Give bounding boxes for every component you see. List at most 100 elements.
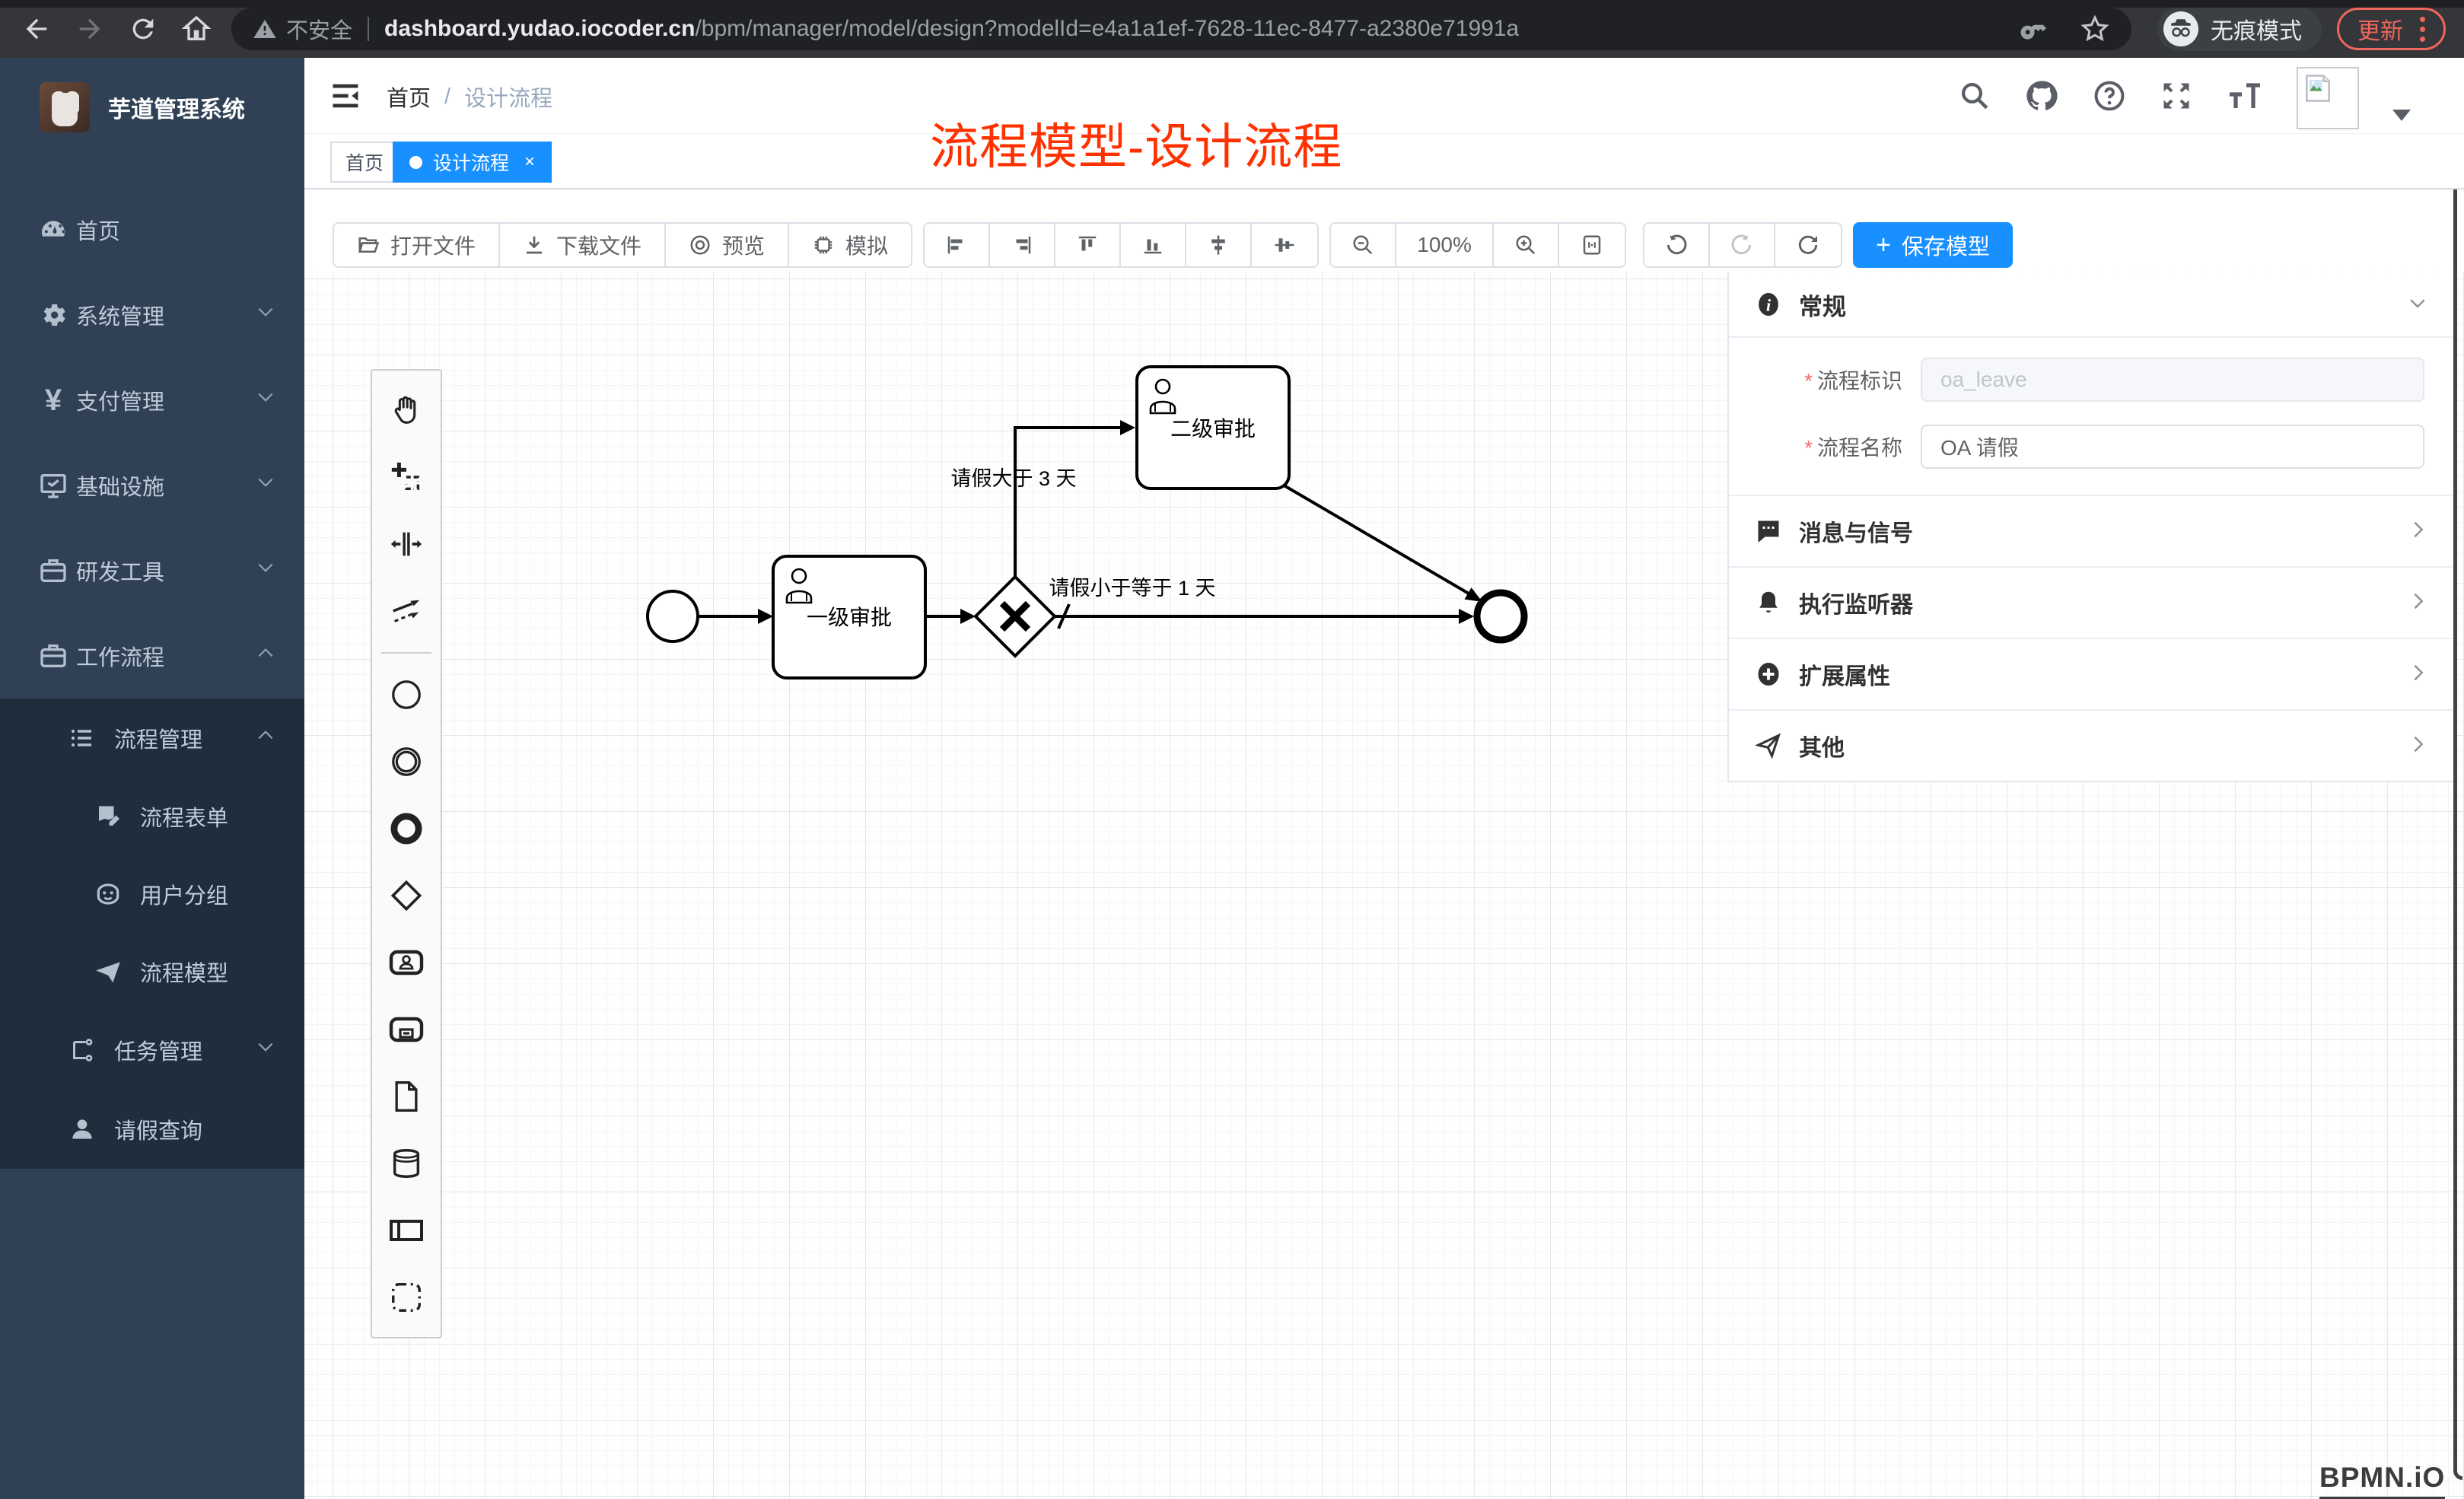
dashboard-icon [38, 215, 68, 245]
password-key-icon[interactable] [2019, 15, 2046, 43]
avatar-caret-icon[interactable] [2392, 110, 2411, 121]
task1-label: 一级审批 [807, 606, 892, 629]
form-edit-icon [93, 801, 123, 832]
chevron-right-icon [2408, 590, 2429, 616]
chevron-down-icon [256, 387, 275, 413]
chevron-down-icon [256, 473, 275, 498]
tab-home[interactable]: 首页 [330, 142, 399, 183]
process-name-input[interactable] [1921, 425, 2424, 469]
help-icon[interactable] [2093, 79, 2126, 113]
send-icon [1755, 732, 1782, 759]
tags-view: 首页 设计流程 × [304, 135, 2464, 189]
browser-toolbar: 不安全 dashboard.yudao.iocoder.cn/bpm/manag… [0, 0, 2464, 58]
sidebar-item-process-form[interactable]: 流程表单 [0, 778, 304, 855]
sidebar-item-user-group[interactable]: 用户分组 [0, 855, 304, 933]
breadcrumb-current: 设计流程 [464, 81, 552, 113]
bpmn-io-logo[interactable]: BPMN.iO [2319, 1462, 2445, 1499]
briefcase-icon [38, 641, 68, 671]
arrowhead [1120, 420, 1135, 435]
paper-plane-icon [93, 956, 123, 987]
home-icon[interactable] [180, 12, 213, 46]
gear-icon [38, 300, 68, 330]
active-tab-dot [409, 156, 422, 169]
github-icon[interactable] [2024, 78, 2059, 113]
tab-design-process[interactable]: 设计流程 × [393, 142, 552, 183]
svg-text:i: i [1766, 295, 1772, 314]
font-size-icon[interactable] [2227, 78, 2263, 114]
sidebar-item-payment[interactable]: ¥ 支付管理 [0, 358, 304, 443]
chevron-down-icon [2406, 291, 2429, 318]
incognito-label: 无痕模式 [2211, 12, 2302, 46]
section-other[interactable]: 其他 [1729, 711, 2455, 781]
flow-gateway-to-task2[interactable] [1015, 428, 1120, 577]
avatar[interactable] [2297, 67, 2359, 129]
reload-icon[interactable] [126, 12, 160, 46]
arrowhead [758, 609, 773, 624]
update-label: 更新 [2357, 12, 2403, 46]
arrowhead [1459, 609, 1474, 624]
chevron-right-icon [2408, 519, 2429, 544]
section-extended-properties[interactable]: 扩展属性 [1729, 639, 2455, 709]
section-execution-listener[interactable]: 执行监听器 [1729, 568, 2455, 638]
sidebar-item-infra[interactable]: 基础设施 [0, 443, 304, 528]
robot-face-icon [93, 879, 123, 909]
sidebar-item-leave-query[interactable]: 请假查询 [0, 1090, 304, 1169]
sidebar-item-system[interactable]: 系统管理 [0, 272, 304, 358]
url-text[interactable]: dashboard.yudao.iocoder.cn/bpm/manager/m… [384, 16, 1519, 42]
sidebar-item-task-mgmt[interactable]: 任务管理 [0, 1010, 304, 1090]
fullscreen-icon[interactable] [2160, 79, 2193, 113]
start-event[interactable] [648, 591, 698, 641]
breadcrumb: 首页 / 设计流程 [387, 81, 552, 113]
breadcrumb-home[interactable]: 首页 [387, 81, 431, 113]
sidebar-item-workflow[interactable]: 工作流程 [0, 613, 304, 699]
briefcase-icon [38, 555, 68, 586]
chevron-up-icon [256, 643, 275, 669]
process-name-label: 流程名称 [1817, 436, 1902, 460]
flow-branch-icon [67, 1035, 97, 1065]
process-key-input[interactable] [1921, 358, 2424, 402]
flow-task2-to-end[interactable] [1281, 484, 1469, 594]
sidebar-item-devtools[interactable]: 研发工具 [0, 528, 304, 613]
broken-image-icon [2301, 72, 2335, 105]
sidebar-item-process-model[interactable]: 流程模型 [0, 933, 304, 1010]
tree-list-icon [67, 723, 97, 753]
close-icon[interactable]: × [524, 151, 535, 173]
canvas-right-edge [2453, 189, 2462, 1480]
address-bar[interactable]: 不安全 dashboard.yudao.iocoder.cn/bpm/manag… [231, 8, 2131, 50]
sidebar-toggle-icon[interactable] [329, 79, 362, 113]
annotation-title: 流程模型-设计流程 [930, 108, 1342, 178]
chevron-down-icon [256, 1037, 275, 1063]
forward-icon[interactable] [73, 12, 107, 46]
chevron-up-icon [256, 725, 275, 751]
end-event[interactable] [1477, 593, 1524, 640]
chevron-right-icon [2408, 734, 2429, 759]
sidebar-item-home[interactable]: 首页 [0, 187, 304, 272]
message-icon [1755, 517, 1782, 545]
security-label: 不安全 [286, 13, 352, 45]
browser-menu-icon[interactable] [2420, 17, 2425, 42]
search-icon[interactable] [1959, 80, 1991, 112]
sidebar-item-process-mgmt[interactable]: 流程管理 [0, 699, 304, 778]
section-general[interactable]: i 常规 [1729, 272, 2455, 336]
app-title: 芋道管理系统 [108, 91, 245, 124]
info-icon: i [1755, 291, 1782, 318]
back-icon[interactable] [20, 12, 53, 46]
browser-update-button[interactable]: 更新 [2337, 8, 2446, 50]
monitor-icon [38, 470, 68, 501]
chevron-right-icon [2408, 662, 2429, 687]
process-key-label: 流程标识 [1817, 369, 1902, 393]
security-indicator[interactable]: 不安全 [253, 13, 352, 45]
condition-gt3-label: 请假大于 3 天 [950, 467, 1076, 490]
yen-icon: ¥ [38, 385, 68, 415]
bookmark-star-icon[interactable] [2080, 14, 2110, 44]
arrowhead [960, 609, 976, 624]
chevron-down-icon [256, 302, 275, 328]
incognito-icon [2163, 11, 2198, 46]
user-icon [67, 1114, 97, 1144]
top-navbar: 首页 / 设计流程 [304, 58, 2464, 134]
bpmn-designer: 打开文件 下载文件 预览 模拟 [304, 189, 2464, 1499]
bell-icon [1755, 589, 1782, 616]
section-message-signal[interactable]: 消息与信号 [1729, 496, 2455, 566]
plus-circle-icon [1755, 660, 1782, 688]
app-logo-row[interactable]: 芋道管理系统 [0, 58, 304, 157]
